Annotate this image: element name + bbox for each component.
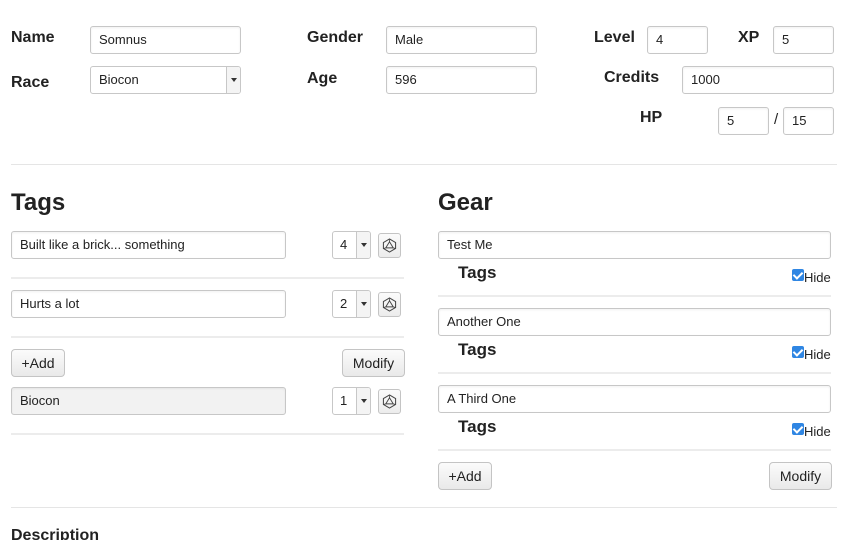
gear-item-tags-heading: Tags xyxy=(458,263,497,282)
chevron-down-icon xyxy=(226,67,240,93)
modify-tags-button[interactable]: Modify xyxy=(342,349,405,377)
age-label: Age xyxy=(307,70,338,87)
tag-level-value: 1 xyxy=(340,393,348,408)
hp-current-input[interactable]: 5 xyxy=(718,107,769,135)
gear-item-tags-heading: Tags xyxy=(458,417,497,436)
tag-level-select[interactable]: 2 xyxy=(332,290,371,318)
checkbox-checked-icon[interactable] xyxy=(792,269,804,281)
add-tag-button[interactable]: +Add xyxy=(11,349,65,377)
add-gear-button[interactable]: +Add xyxy=(438,462,492,490)
name-label: Name xyxy=(11,29,55,46)
name-input[interactable]: Somnus xyxy=(90,26,241,54)
tag-level-value: 4 xyxy=(340,237,348,252)
gear-divider xyxy=(438,449,831,451)
tag-divider xyxy=(11,336,404,338)
hp-label: HP xyxy=(640,109,663,126)
tag-level-value: 2 xyxy=(340,296,348,311)
hide-label: Hide xyxy=(804,270,831,285)
level-label: Level xyxy=(594,29,635,46)
tags-title: Tags xyxy=(11,189,66,216)
race-label: Race xyxy=(11,74,50,91)
gender-label: Gender xyxy=(307,29,364,46)
hide-label: Hide xyxy=(804,424,831,439)
d20-die-icon[interactable] xyxy=(378,389,401,414)
checkbox-checked-icon[interactable] xyxy=(792,346,804,358)
credits-label: Credits xyxy=(604,69,660,86)
xp-input[interactable]: 5 xyxy=(773,26,834,54)
tag-input[interactable]: Hurts a lot xyxy=(11,290,286,318)
hp-separator: / xyxy=(774,111,779,128)
race-select[interactable]: Biocon xyxy=(90,66,241,94)
race-tag-input: Biocon xyxy=(11,387,286,415)
d20-die-icon[interactable] xyxy=(378,292,401,317)
tag-level-select[interactable]: 4 xyxy=(332,231,371,259)
gear-divider xyxy=(438,372,831,374)
gear-item-input[interactable]: A Third One xyxy=(438,385,831,413)
d20-die-icon[interactable] xyxy=(378,233,401,258)
hide-label: Hide xyxy=(804,347,831,362)
description-heading: Description xyxy=(11,527,100,540)
gear-title: Gear xyxy=(438,189,493,216)
tag-divider xyxy=(11,433,404,435)
gender-input[interactable]: Male xyxy=(386,26,537,54)
hp-max-input[interactable]: 15 xyxy=(783,107,834,135)
modify-gear-button[interactable]: Modify xyxy=(769,462,832,490)
xp-label: XP xyxy=(738,29,760,46)
age-input[interactable]: 596 xyxy=(386,66,537,94)
credits-input[interactable]: 1000 xyxy=(682,66,834,94)
chevron-down-icon xyxy=(356,388,370,414)
level-input[interactable]: 4 xyxy=(647,26,708,54)
race-tag-level-select[interactable]: 1 xyxy=(332,387,371,415)
gear-item-input[interactable]: Another One xyxy=(438,308,831,336)
race-select-value: Biocon xyxy=(99,72,139,87)
gear-item-tags-heading: Tags xyxy=(458,340,497,359)
chevron-down-icon xyxy=(356,291,370,317)
tag-input[interactable]: Built like a brick... something xyxy=(11,231,286,259)
tag-divider xyxy=(11,277,404,279)
chevron-down-icon xyxy=(356,232,370,258)
section-divider xyxy=(11,164,837,165)
gear-item-input[interactable]: Test Me xyxy=(438,231,831,259)
gear-divider xyxy=(438,295,831,297)
checkbox-checked-icon[interactable] xyxy=(792,423,804,435)
section-divider xyxy=(11,507,837,508)
